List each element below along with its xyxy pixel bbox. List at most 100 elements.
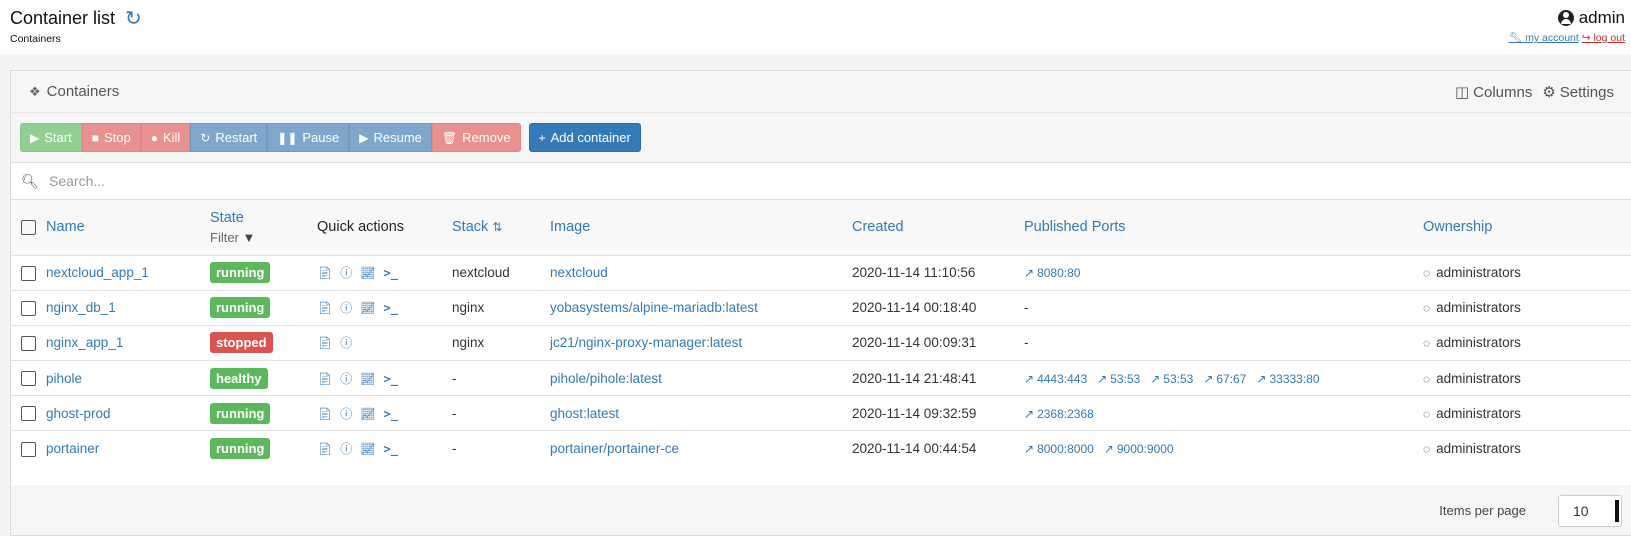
info-icon[interactable]: ⓘ [340, 440, 352, 457]
select-all-checkbox[interactable] [21, 219, 36, 235]
row-checkbox[interactable] [21, 371, 36, 387]
select-caret-icon [1615, 500, 1619, 522]
file-icon[interactable]: 📄︎ [317, 336, 332, 350]
items-per-page-select[interactable]: 10 [1558, 495, 1622, 527]
file-icon[interactable]: 📄︎ [317, 301, 332, 315]
gear-icon: ⚙ [1542, 84, 1556, 101]
remove-button[interactable]: 🗑︎ Remove [431, 123, 521, 152]
add-container-button[interactable]: + Add container [528, 123, 641, 152]
port-link[interactable]: ↗ 33333:80 [1256, 372, 1319, 386]
image-link[interactable]: portainer/portainer-ce [550, 441, 679, 456]
info-icon[interactable]: ⓘ [340, 370, 352, 387]
area-chart-icon[interactable]: 📈︎ [360, 372, 375, 386]
column-stack[interactable]: Stack ⇅ [452, 200, 550, 255]
port-link[interactable]: ↗ 8080:80 [1024, 266, 1080, 280]
port-link[interactable]: ↗ 2368:2368 [1024, 407, 1094, 421]
row-checkbox[interactable] [21, 335, 36, 351]
search-icon: 🔍︎ [21, 172, 39, 189]
row-checkbox[interactable] [21, 441, 36, 457]
container-name-link[interactable]: nginx_db_1 [46, 300, 116, 315]
state-filter-label: Filter [210, 229, 239, 245]
container-name-link[interactable]: pihole [46, 371, 82, 386]
terminal-icon[interactable]: >_ [383, 372, 397, 386]
file-icon[interactable]: 📄︎ [317, 266, 332, 280]
stop-button[interactable]: ■ Stop [81, 123, 141, 152]
kill-button[interactable]: ● Kill [140, 123, 191, 152]
external-link-icon: ↗ [1097, 371, 1108, 386]
settings-button[interactable]: ⚙ Settings [1542, 83, 1614, 102]
file-icon[interactable]: 📄︎ [317, 442, 332, 456]
info-icon[interactable]: ⓘ [340, 264, 352, 281]
port-link[interactable]: ↗ 53:53 [1097, 372, 1140, 386]
port-link[interactable]: ↗ 4443:443 [1024, 372, 1087, 386]
container-name-link[interactable]: ghost-prod [46, 406, 111, 421]
quick-actions: 📄︎ ⓘ 📈︎ >_ [317, 361, 452, 396]
pause-icon: ❚❚ [277, 130, 298, 145]
column-created[interactable]: Created [852, 200, 1024, 255]
columns-icon: ◫ [1454, 84, 1470, 101]
container-name-link[interactable]: nextcloud_app_1 [46, 265, 149, 280]
eye-slash-icon: ◌ [1423, 301, 1431, 316]
column-state[interactable]: State Filter ▼ [210, 200, 317, 255]
column-name[interactable]: Name [46, 200, 210, 255]
row-checkbox[interactable] [21, 265, 36, 281]
image-link[interactable]: ghost:latest [550, 406, 619, 421]
page-title-text: Container list [10, 8, 116, 28]
resume-button[interactable]: ▶ Resume [349, 123, 432, 152]
image-link[interactable]: yobasystems/alpine-mariadb:latest [550, 300, 758, 315]
items-per-page-value: 10 [1573, 503, 1589, 519]
created-cell: 2020-11-14 00:09:31 [852, 335, 977, 351]
port-label: 8000:8000 [1037, 442, 1094, 457]
image-link[interactable]: jc21/nginx-proxy-manager:latest [550, 335, 742, 350]
columns-button[interactable]: ◫ Columns [1454, 83, 1532, 102]
my-account-link[interactable]: 🔧︎ my account [1509, 32, 1579, 44]
container-name-link[interactable]: portainer [46, 441, 99, 456]
area-chart-icon[interactable]: 📈︎ [360, 442, 375, 456]
image-link[interactable]: nextcloud [550, 265, 608, 280]
info-icon[interactable]: ⓘ [340, 299, 352, 316]
resume-label: Resume [373, 130, 422, 145]
row-checkbox[interactable] [21, 406, 36, 422]
my-account-label: my account [1525, 32, 1579, 44]
terminal-icon[interactable]: >_ [383, 266, 397, 280]
column-published-ports[interactable]: Published Ports [1024, 200, 1423, 255]
container-name-link[interactable]: nginx_app_1 [46, 335, 123, 350]
terminal-icon[interactable]: >_ [383, 301, 397, 315]
ports-cell: - [1024, 290, 1423, 325]
start-button[interactable]: ▶ Start [20, 123, 82, 152]
port-link[interactable]: ↗ 67:67 [1203, 372, 1246, 386]
info-icon[interactable]: ⓘ [340, 334, 352, 351]
area-chart-icon[interactable]: 📈︎ [360, 266, 375, 280]
state-filter[interactable]: Filter ▼ [210, 230, 317, 245]
containers-widget: ❖ Containers ◫ Columns ⚙ Settings ▶ Start ■… [10, 70, 1631, 536]
port-link[interactable]: ↗ 8000:8000 [1024, 442, 1094, 456]
restart-button[interactable]: ↻ Restart [190, 123, 268, 152]
row-checkbox[interactable] [21, 300, 36, 316]
port-label: 53:53 [1110, 371, 1141, 386]
ownership-label: administrators [1436, 300, 1521, 316]
pause-button[interactable]: ❚❚ Pause [267, 123, 350, 152]
refresh-icon[interactable]: ↻ [125, 9, 142, 29]
search-input[interactable] [47, 172, 647, 190]
external-link-icon: ↗ [1024, 406, 1035, 421]
file-icon[interactable]: 📄︎ [317, 407, 332, 421]
trash-icon: 🗑︎ [441, 130, 458, 145]
stop-label: Stop [103, 130, 131, 145]
info-icon[interactable]: ⓘ [340, 405, 352, 422]
area-chart-icon[interactable]: 📈︎ [360, 407, 375, 421]
ports-cell: ↗ 2368:2368 [1024, 396, 1423, 431]
pause-label: Pause [302, 130, 340, 145]
port-link[interactable]: ↗ 53:53 [1150, 372, 1193, 386]
area-chart-icon[interactable]: 📈︎ [360, 301, 375, 315]
image-link[interactable]: pihole/pihole:latest [550, 371, 662, 386]
column-ownership[interactable]: Ownership [1423, 200, 1631, 255]
file-icon[interactable]: 📄︎ [317, 372, 332, 386]
user-info: admin [1509, 8, 1625, 28]
terminal-icon[interactable]: >_ [383, 442, 397, 456]
column-image[interactable]: Image [550, 200, 852, 255]
ownership-cell: ◌ administrators [1423, 325, 1631, 360]
terminal-icon[interactable]: >_ [383, 407, 397, 421]
page-title: Container list ↻ [10, 8, 1621, 29]
log-out-link[interactable]: ↪ log out [1582, 32, 1625, 44]
port-link[interactable]: ↗ 9000:9000 [1104, 442, 1174, 456]
